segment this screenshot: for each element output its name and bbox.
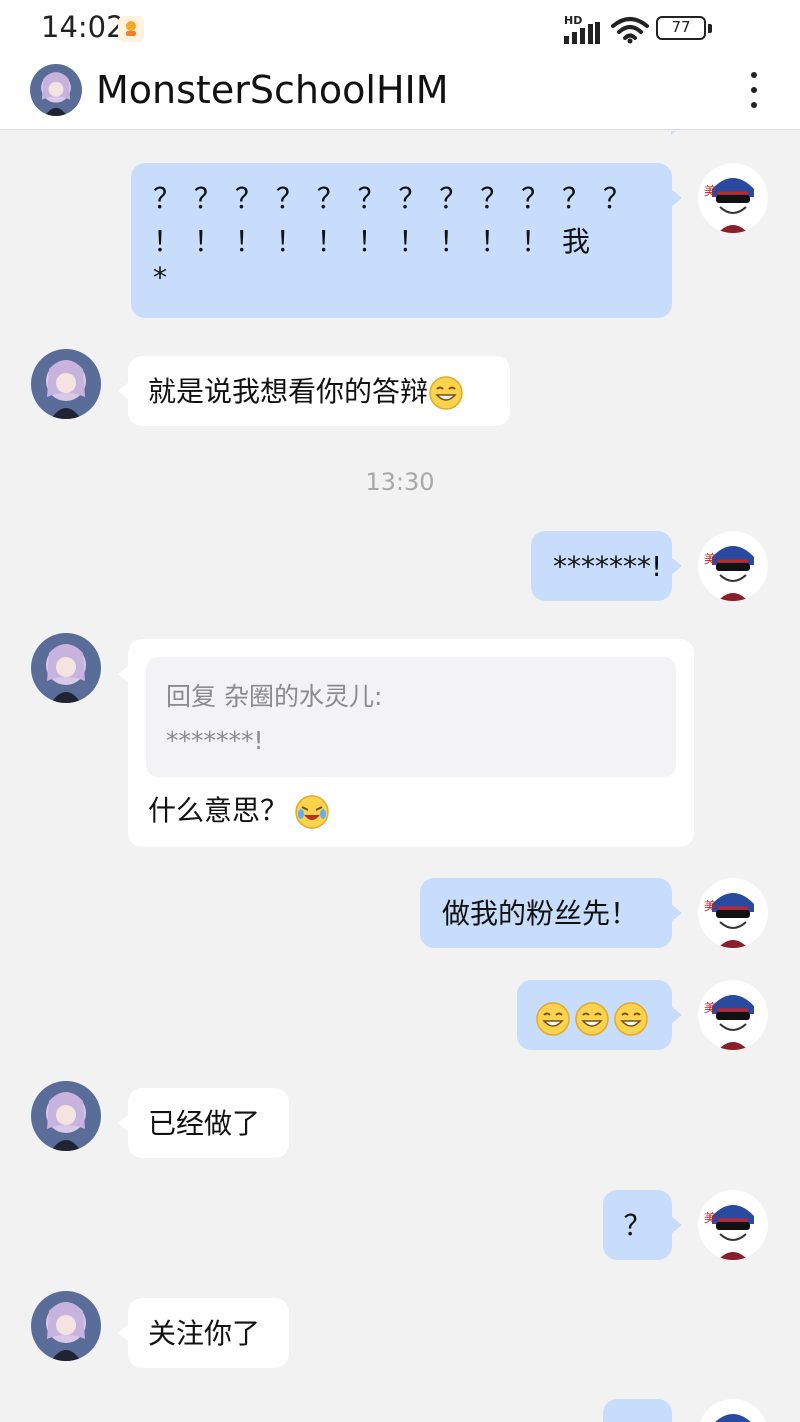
battery-tip: [708, 24, 712, 33]
status-time: 14:02: [41, 10, 125, 44]
message-text: 什么意思？: [148, 794, 289, 827]
grin-emoji-icon: [614, 1002, 648, 1036]
message-text: ？: [623, 1209, 652, 1242]
message-bubble-sent[interactable]: ？: [603, 1190, 682, 1260]
status-bar: 14:02 HD 77: [0, 0, 800, 56]
my-avatar[interactable]: 美: [698, 1190, 768, 1260]
contact-avatar[interactable]: [30, 64, 82, 116]
contact-avatar[interactable]: [31, 633, 101, 703]
battery-icon: 77: [656, 16, 706, 40]
battery-level: 77: [671, 18, 691, 36]
wifi-icon: [611, 17, 649, 44]
message-line: ？ ？ ？ ？ ？ ？ ？ ？ ？ ？ ？ ？: [153, 182, 633, 215]
contact-avatar[interactable]: [31, 349, 101, 419]
svg-text:美: 美: [704, 1001, 716, 1015]
more-options-button[interactable]: [736, 70, 772, 110]
app-notification-icon: [118, 16, 144, 42]
message-bubble-sent[interactable]: ？ ？ ？ ？ ？ ？ ？ ？ ？ ？ ？ ？ ！ ！ ！ ！ ！ ！ ！ ！ …: [131, 163, 682, 318]
svg-text:美: 美: [704, 899, 716, 913]
message-line: *: [153, 260, 169, 294]
message-line: ！ ！ ！ ！ ！ ！ ！ ！ ！ ！ 我: [153, 225, 593, 259]
grin-emoji-icon: [429, 376, 463, 410]
my-avatar[interactable]: 美: [698, 878, 768, 948]
message-text: 关注你了: [148, 1317, 261, 1350]
grin-emoji-icon: [536, 1002, 570, 1036]
quote-text: *******!: [166, 725, 264, 755]
message-bubble-received[interactable]: 已经做了: [118, 1088, 289, 1158]
message-text: 做我的粉丝先！: [442, 897, 639, 930]
message-text: *******!: [553, 550, 663, 583]
reply-text-row: 什么意思？: [148, 789, 330, 832]
svg-text:美: 美: [704, 552, 716, 566]
my-avatar[interactable]: 美: [698, 980, 768, 1050]
message-bubble-partial[interactable]: [603, 1399, 672, 1422]
message-bubble-received[interactable]: 关注你了: [118, 1298, 289, 1368]
message-bubble-sent[interactable]: *******!: [531, 531, 682, 601]
svg-text:美: 美: [704, 1211, 716, 1225]
my-avatar[interactable]: 美: [698, 163, 768, 233]
laugh-cry-emoji-icon: [295, 795, 329, 829]
message-text: 已经做了: [148, 1107, 261, 1140]
chat-title: MonsterSchoolHIM: [96, 68, 449, 112]
contact-avatar[interactable]: [31, 1081, 101, 1151]
grin-emoji-icon: [575, 1002, 609, 1036]
message-text: 就是说我想看你的答辩: [148, 375, 429, 408]
my-avatar[interactable]: 美: [698, 531, 768, 601]
message-bubble-received-reply[interactable]: 回复 杂圈的水灵儿: *******! 什么意思？: [118, 639, 694, 847]
quoted-message[interactable]: 回复 杂圈的水灵儿: *******!: [146, 657, 676, 777]
contact-avatar[interactable]: [31, 1291, 101, 1361]
message-timestamp: 13:30: [365, 468, 435, 496]
signal-icon: [564, 22, 600, 44]
message-list[interactable]: ？ ？ ？ ？ ？ ？ ？ ？ ？ ？ ？ ？ ！ ！ ！ ！ ！ ！ ！ ！ …: [0, 131, 800, 1422]
chat-header: MonsterSchoolHIM: [0, 56, 800, 130]
message-bubble-sent[interactable]: 做我的粉丝先！: [420, 878, 682, 948]
message-bubble-received[interactable]: 就是说我想看你的答辩: [118, 356, 510, 426]
quote-title: 回复 杂圈的水灵儿:: [166, 682, 383, 711]
message-bubble-sent-emoji[interactable]: [517, 980, 682, 1050]
svg-text:美: 美: [704, 184, 716, 198]
my-avatar[interactable]: [698, 1399, 768, 1422]
